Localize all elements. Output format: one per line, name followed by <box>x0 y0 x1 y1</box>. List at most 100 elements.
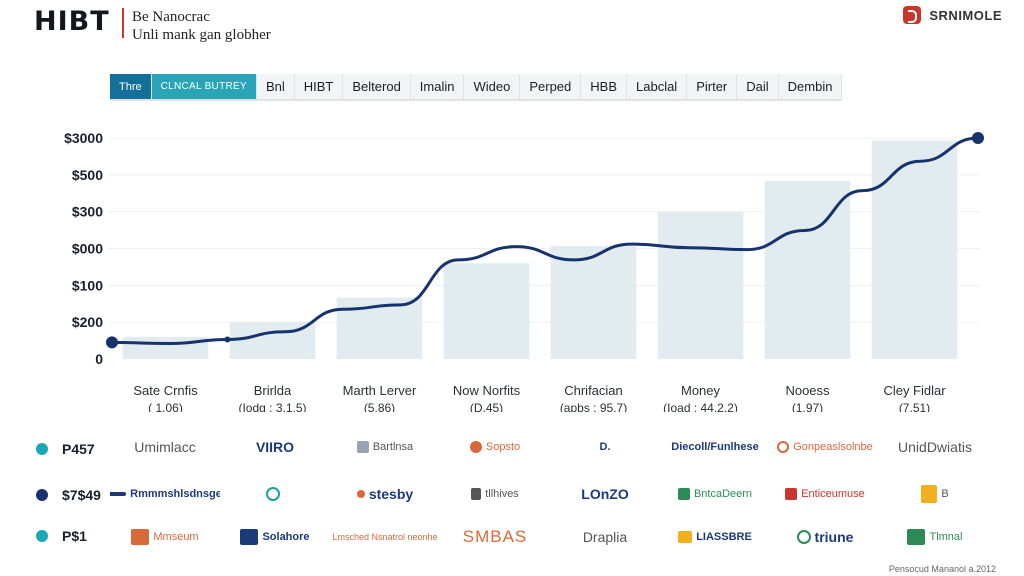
brand-row-3: Mmseum Solahore Lmsched Nsnatrol neonhe … <box>110 525 990 549</box>
x-category-label: Money <box>681 383 721 398</box>
company-logo[interactable]: SRNIMOLE <box>903 6 1002 24</box>
legend-dot-icon <box>36 443 48 455</box>
t-icon <box>907 529 926 545</box>
partner-name: VIIRO <box>255 439 295 455</box>
x-category-label: Brirlda <box>254 383 292 398</box>
tab-hibt[interactable]: HIBT <box>295 74 344 99</box>
partner-logo[interactable]: Solahore <box>220 529 330 545</box>
partner-logo[interactable]: Enticeumuse <box>770 488 880 500</box>
bar <box>550 246 637 359</box>
partner-logo[interactable]: Diecoll/Funlhese <box>660 441 770 453</box>
bar <box>122 336 209 359</box>
legend-dot-icon <box>36 530 48 542</box>
partner-name: UnidDwiatis <box>898 439 972 455</box>
tab-bar: Thre CLNCAL BUTREY Bnl HIBT Belterod Ima… <box>110 74 843 101</box>
x-category-label: Sate Crnfis <box>133 383 198 398</box>
tab-belterod[interactable]: Belterod <box>343 74 411 99</box>
partner-logo[interactable]: Lmsched Nsnatrol neonhe <box>330 532 440 542</box>
partner-logo[interactable]: BntcaDeern <box>660 488 770 500</box>
data-point <box>972 132 984 144</box>
yellow-badge-icon <box>921 485 938 503</box>
partner-logo[interactable]: triune <box>770 529 880 545</box>
partner-logo[interactable]: LIASSBRE <box>660 531 770 543</box>
tab-imalin[interactable]: Imalin <box>411 74 465 99</box>
tab-bnl[interactable]: Bnl <box>257 74 295 99</box>
globe-icon <box>266 487 280 501</box>
bar <box>443 263 530 359</box>
w-icon <box>678 531 693 543</box>
data-point <box>106 336 118 349</box>
flame-icon <box>469 441 482 453</box>
tab-hbb[interactable]: HBB <box>581 74 627 99</box>
tab-clncal-butrey[interactable]: CLNCAL BUTREY <box>151 74 257 99</box>
legend-label: $7$49 <box>62 487 101 503</box>
partner-logo[interactable]: Tlmnal <box>880 529 990 545</box>
partner-name: tllhives <box>485 488 519 500</box>
partner-logo[interactable]: Gonpeaslsolnbe <box>770 441 880 453</box>
x-category-label: Marth Lerver <box>343 383 417 398</box>
legend-label: P$1 <box>62 528 87 544</box>
square-icon <box>677 488 690 500</box>
tab-perped[interactable]: Perped <box>520 74 582 99</box>
footer-note: Pensocud Mananol a.2012 <box>888 564 996 574</box>
tab-labclal[interactable]: Labclal <box>627 74 688 99</box>
x-category-sublabel: (apbs : 95.7) <box>560 401 627 412</box>
partner-logo[interactable]: VIIRO <box>220 439 330 455</box>
legend-label: P457 <box>62 441 95 457</box>
partner-name: Bartlnsa <box>372 441 414 453</box>
data-point <box>224 336 231 343</box>
partner-name: BntcaDeern <box>693 488 753 500</box>
brand-divider <box>122 8 124 38</box>
partner-name: Lmsched Nsnatrol neonhe <box>332 532 438 542</box>
y-tick-label: $000 <box>72 241 103 257</box>
brand-title: HIBT <box>34 6 110 37</box>
y-tick-label: $300 <box>72 204 103 220</box>
partner-logo[interactable]: tllhives <box>440 488 550 500</box>
partner-logo[interactable]: UnidDwiatis <box>880 439 990 455</box>
bar <box>657 211 744 359</box>
grid-icon <box>356 441 369 453</box>
partner-logo[interactable]: Rmmmshlsdnsge <box>110 488 220 500</box>
partner-logo[interactable]: Draplia <box>550 529 660 545</box>
tab-wideo[interactable]: Wideo <box>464 74 521 99</box>
partner-name: Rmmmshlsdnsge <box>130 488 220 500</box>
partner-logo[interactable]: Umimlacc <box>110 439 220 455</box>
partner-name: Tlmnal <box>929 531 963 543</box>
x-category-sublabel: (1.97) <box>792 401 823 412</box>
partner-name: Sopsto <box>485 441 521 453</box>
partner-name: stesby <box>368 486 414 502</box>
tab-pirter[interactable]: Pirter <box>687 74 738 99</box>
partner-name: LOnZO <box>581 486 629 502</box>
tab-thre[interactable]: Thre <box>110 74 152 99</box>
brand-row-2: Rmmmshlsdnsge stesby tllhives LOnZO Bntc… <box>110 482 990 506</box>
partner-logo[interactable]: D. <box>550 441 660 453</box>
partner-logo[interactable]: SMBAS <box>440 527 550 547</box>
y-tick-label: $3000 <box>64 130 103 146</box>
y-tick-label: $500 <box>72 167 103 183</box>
partner-logo[interactable]: B <box>880 485 990 503</box>
partner-logo[interactable]: LOnZO <box>550 486 660 502</box>
logo-text: SRNIMOLE <box>929 7 1002 23</box>
partner-name: LIASSBRE <box>696 531 752 543</box>
bar <box>871 140 958 359</box>
partner-name: Draplia <box>582 529 628 545</box>
y-tick-label: $200 <box>72 314 103 330</box>
partner-name: B <box>941 488 949 500</box>
partner-name: triune <box>814 529 854 545</box>
tab-dail[interactable]: Dail <box>737 74 779 99</box>
partner-logo[interactable]: Mmseum <box>110 529 220 545</box>
x-category-sublabel: (Iodg : 3.1.5) <box>238 401 306 412</box>
partner-name: Solahore <box>262 531 310 543</box>
partner-logo[interactable]: Sopsto <box>440 441 550 453</box>
play-icon <box>131 529 150 545</box>
tab-dembin[interactable]: Dembin <box>779 74 843 99</box>
page-subtitle: Be Nanocrac Unli mank gan globher <box>132 8 271 44</box>
partner-logo[interactable] <box>220 487 330 501</box>
partner-name: Diecoll/Funlhese <box>671 441 759 453</box>
seal-icon <box>240 529 259 545</box>
price-chart: $3000 $500 $300 $000 $100 $200 0 Sate Crnfis ( 1… <box>64 130 984 412</box>
x-category-sublabel: (D.45) <box>470 401 503 412</box>
subtitle-line-1: Be Nanocrac <box>132 9 210 25</box>
partner-logo[interactable]: Bartlnsa <box>330 441 440 453</box>
partner-logo[interactable]: stesby <box>330 486 440 502</box>
